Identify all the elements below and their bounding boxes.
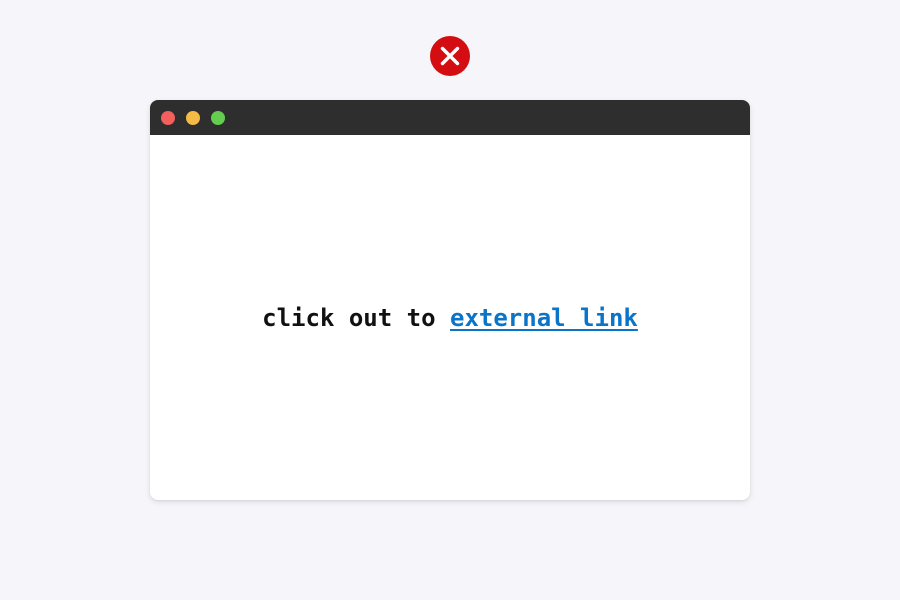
window-maximize-button[interactable] (211, 111, 225, 125)
window-close-button[interactable] (161, 111, 175, 125)
message-text: click out to external link (262, 304, 638, 332)
window-minimize-button[interactable] (186, 111, 200, 125)
browser-window: click out to external link (150, 100, 750, 500)
error-x-icon (430, 36, 470, 76)
page: { "status_icon": "close-circle-icon", "w… (0, 0, 900, 600)
window-content: click out to external link (150, 135, 750, 500)
window-titlebar (150, 100, 750, 135)
message-prefix: click out to (262, 303, 450, 332)
external-link[interactable]: external link (450, 304, 638, 332)
x-mark-glyph (440, 46, 460, 66)
